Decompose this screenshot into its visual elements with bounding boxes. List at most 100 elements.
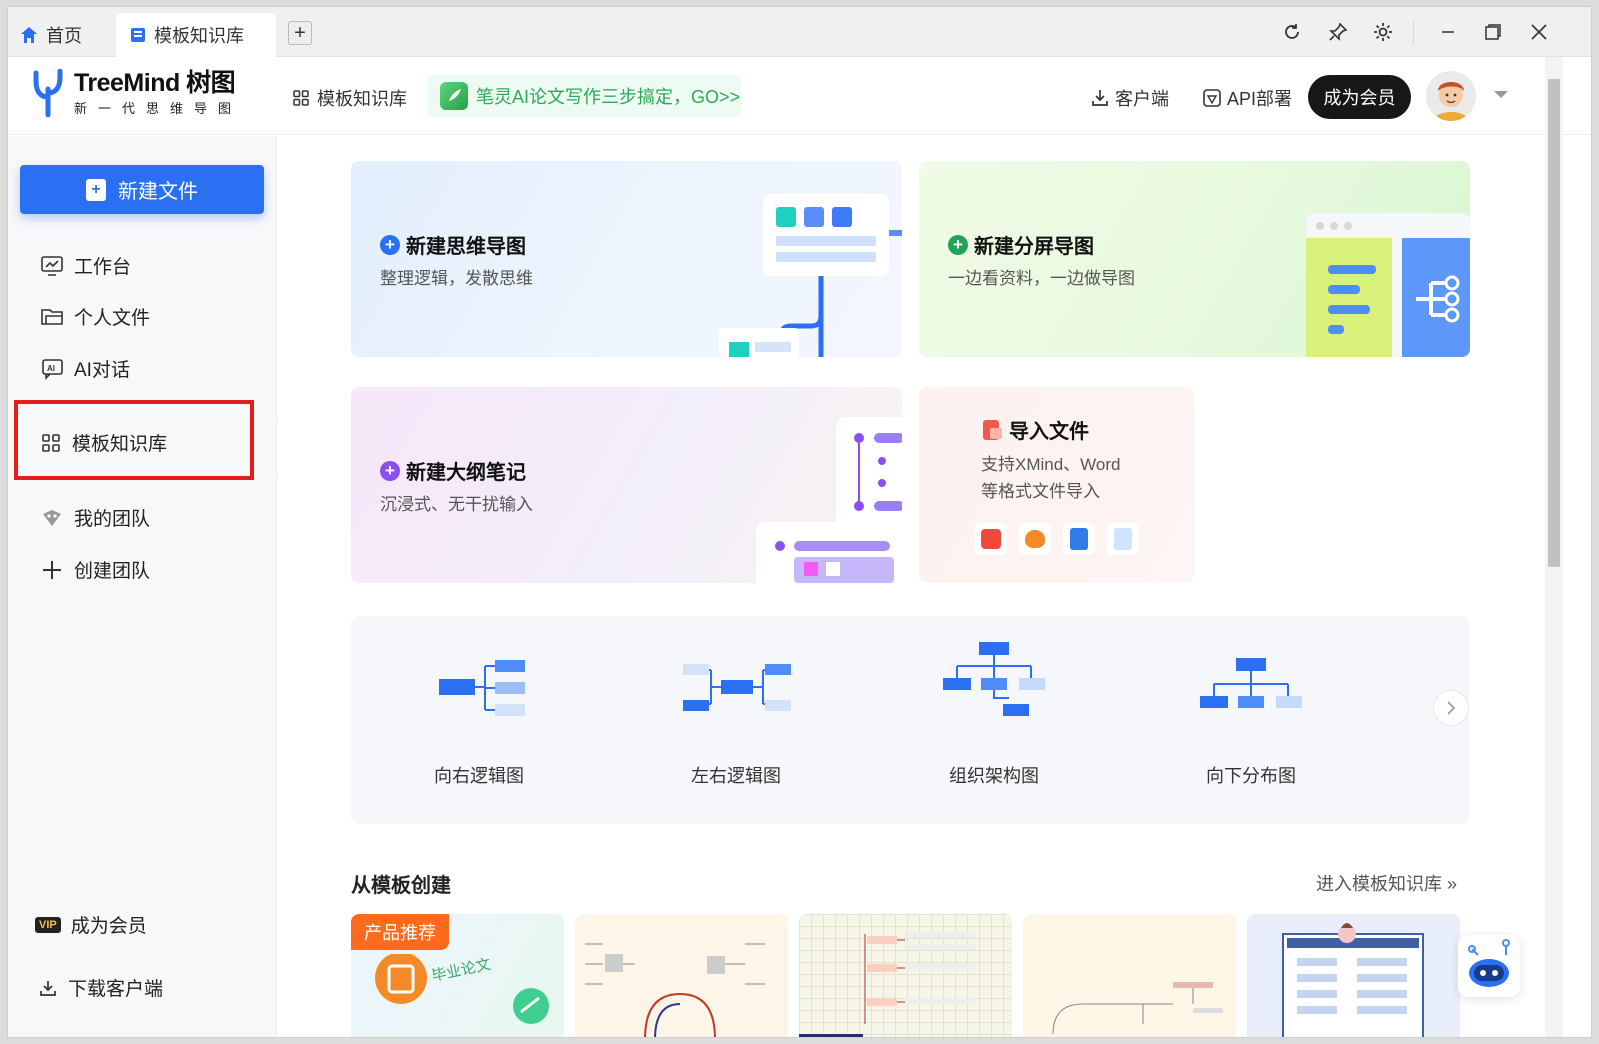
- structure-label: 向右逻辑图: [434, 766, 524, 786]
- sidebar-become-member[interactable]: VIP 成为会员: [35, 911, 147, 938]
- template-preview: [799, 932, 975, 1037]
- card-desc-line2: 等格式文件导入: [981, 482, 1100, 501]
- tab-templates-label: 模板知识库: [154, 26, 244, 46]
- api-link-label: API部署: [1227, 89, 1293, 109]
- sidebar-item-create-team[interactable]: 创建团队: [40, 556, 150, 583]
- promo-text: 笔灵AI论文写作三步搞定，GO>>: [476, 87, 741, 107]
- org-chart-icon: [943, 642, 1045, 716]
- new-file-icon: +: [86, 178, 106, 201]
- sidebar-item-files[interactable]: 个人文件: [40, 303, 150, 330]
- template-preview: [585, 943, 765, 1037]
- tab-home[interactable]: 首页: [20, 13, 120, 57]
- structure-panel: 向右逻辑图 左右逻辑图 组织架构图 向下分布图: [351, 616, 1469, 824]
- card-desc: 沉浸式、无干扰输入: [380, 495, 533, 514]
- xmind-file-icon: [975, 523, 1007, 555]
- close-icon[interactable]: [1527, 20, 1551, 44]
- gear-icon[interactable]: [1371, 20, 1395, 44]
- new-tab-button[interactable]: +: [288, 21, 312, 45]
- team-icon: [43, 509, 61, 526]
- template-thumb[interactable]: [1023, 914, 1236, 1037]
- refresh-icon[interactable]: [1280, 20, 1304, 44]
- sidebar-item-ai-chat[interactable]: AI AI对话: [40, 355, 130, 382]
- card-import-file[interactable]: 导入文件 支持XMind、Word 等格式文件导入: [919, 387, 1194, 583]
- card-new-split[interactable]: + 新建分屏导图 一边看资料，一边做导图: [919, 161, 1470, 357]
- minimize-icon[interactable]: [1436, 20, 1460, 44]
- template-thumb[interactable]: 产品推荐 毕业论文: [351, 914, 564, 1037]
- structure-org-chart[interactable]: 组织架构图: [914, 642, 1074, 786]
- section-title: 从模板创建: [351, 875, 451, 897]
- card-title-text: 导入文件: [1009, 421, 1089, 443]
- plus-icon: +: [948, 234, 968, 255]
- treemind-logo-icon: [33, 69, 63, 117]
- sidebar-item-label: 模板知识库: [72, 434, 168, 455]
- scrollbar[interactable]: [1545, 57, 1563, 1037]
- ai-chat-icon: AI: [42, 358, 63, 380]
- mindmap-illustration: [719, 194, 902, 357]
- robot-icon: [1468, 939, 1510, 987]
- svg-text:AI: AI: [47, 364, 55, 373]
- card-title: + 新建思维导图: [380, 230, 526, 259]
- template-thumb[interactable]: [575, 914, 788, 1037]
- sidebar-item-label: 我的团队: [74, 509, 151, 530]
- scrollbar-thumb[interactable]: [1548, 79, 1560, 567]
- structure-label: 组织架构图: [949, 766, 1039, 786]
- header-nav-templates[interactable]: 模板知识库: [292, 85, 407, 111]
- client-link[interactable]: 客户端: [1090, 85, 1169, 111]
- download-icon: [1092, 90, 1108, 106]
- next-button[interactable]: [1433, 690, 1469, 726]
- card-title-text: 新建思维导图: [406, 236, 526, 258]
- tab-bar: 首页 模板知识库 +: [8, 7, 1591, 57]
- right-logic-icon: [439, 660, 525, 716]
- tab-home-label: 首页: [46, 26, 82, 46]
- card-new-outline[interactable]: + 新建大纲笔记 沉浸式、无干扰输入: [351, 387, 902, 583]
- card-new-mindmap[interactable]: + 新建思维导图 整理逻辑，发散思维: [351, 161, 902, 357]
- both-logic-icon: [683, 664, 791, 711]
- chevron-down-icon[interactable]: [1494, 91, 1508, 98]
- mindmanager-file-icon: [1019, 523, 1051, 555]
- api-link[interactable]: API部署: [1202, 85, 1292, 111]
- download-icon: [40, 980, 56, 996]
- new-file-label: 新建文件: [118, 181, 198, 203]
- template-thumb[interactable]: [799, 914, 1012, 1037]
- structure-down-distribution[interactable]: 向下分布图: [1171, 652, 1331, 786]
- template-preview: [1282, 923, 1424, 1037]
- card-desc: 一边看资料，一边做导图: [948, 269, 1135, 288]
- plus-icon: +: [380, 460, 400, 481]
- avatar[interactable]: [1426, 71, 1476, 121]
- vip-badge: VIP: [35, 916, 61, 933]
- template-thumb[interactable]: [1247, 914, 1460, 1037]
- sidebar-become-member-label: 成为会员: [70, 916, 147, 937]
- enter-templates-link[interactable]: 进入模板知识库 »: [1316, 870, 1457, 896]
- maximize-icon[interactable]: [1481, 20, 1505, 44]
- logo[interactable]: TreeMind 树图 新一代思维导图: [30, 69, 242, 117]
- sidebar-item-templates[interactable]: 模板知识库: [40, 429, 167, 456]
- promo-banner[interactable]: 笔灵AI论文写作三步搞定，GO>>: [428, 75, 741, 117]
- structure-both-logic[interactable]: 左右逻辑图: [656, 652, 816, 786]
- tab-templates[interactable]: 模板知识库: [116, 13, 276, 57]
- app-header: TreeMind 树图 新一代思维导图 模板知识库 笔灵AI论文写作三步搞定，G…: [8, 57, 1591, 135]
- split-illustration: [1306, 213, 1470, 357]
- down-distribution-icon: [1200, 658, 1302, 708]
- pin-icon[interactable]: [1326, 20, 1350, 44]
- api-icon: [1203, 89, 1221, 107]
- sidebar-item-my-team[interactable]: 我的团队: [40, 504, 150, 531]
- card-desc: 整理逻辑，发散思维: [380, 269, 533, 288]
- grid-icon: [42, 433, 60, 452]
- chevron-right-icon: [1447, 701, 1456, 715]
- main-content: + 新建思维导图 整理逻辑，发散思维 + 新建分屏导图 一边看资料，一边做导图: [278, 136, 1543, 1037]
- sidebar-download-client[interactable]: 下载客户端: [38, 974, 163, 1001]
- template-preview: [1052, 982, 1223, 1035]
- assistant-bot-button[interactable]: [1458, 935, 1520, 997]
- grid-icon: [293, 90, 309, 106]
- become-member-button[interactable]: 成为会员: [1308, 75, 1411, 119]
- client-link-label: 客户端: [1115, 89, 1169, 109]
- import-file-icon: [983, 419, 1002, 440]
- sidebar-item-workbench[interactable]: 工作台: [40, 252, 131, 279]
- structure-right-logic[interactable]: 向右逻辑图: [399, 652, 559, 786]
- folder-icon: [41, 308, 63, 325]
- logo-tagline: 新一代思维导图: [74, 101, 243, 116]
- sidebar-download-label: 下载客户端: [68, 979, 164, 1000]
- new-file-button[interactable]: + 新建文件: [20, 165, 264, 214]
- structure-label: 左右逻辑图: [691, 766, 781, 786]
- sidebar-item-label: 工作台: [74, 257, 132, 278]
